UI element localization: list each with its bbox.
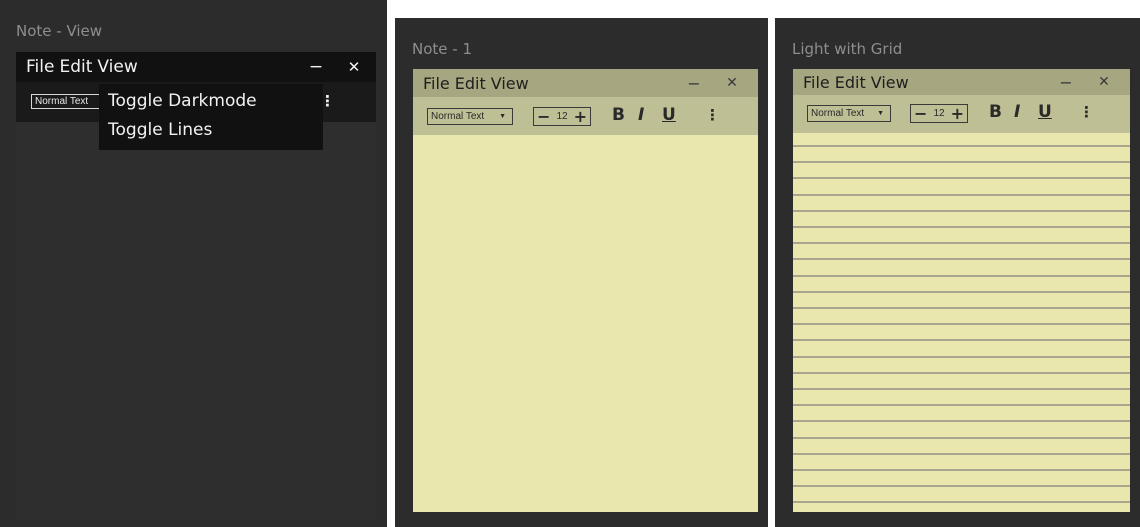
minimize-button[interactable]: −: [304, 57, 328, 77]
ruled-line: [793, 388, 1130, 390]
note-page[interactable]: [793, 133, 1130, 512]
italic-button[interactable]: I: [638, 105, 644, 125]
font-size-stepper[interactable]: − 12 +: [910, 104, 968, 123]
close-button[interactable]: ✕: [720, 75, 744, 91]
toolbar: Normal Text ▼ − 12 + B I U ⋮: [793, 95, 1130, 133]
toggle-darkmode-item[interactable]: Toggle Darkmode: [108, 91, 257, 111]
frame-title: Note - 1: [412, 40, 472, 58]
frame-title: Light with Grid: [792, 40, 903, 58]
ruled-line: [793, 145, 1130, 147]
frame-note-view: Note - View File Edit View − ✕ Normal Te…: [0, 0, 387, 527]
ruled-line: [793, 453, 1130, 455]
note-page[interactable]: [413, 135, 758, 512]
toggle-lines-item[interactable]: Toggle Lines: [108, 120, 212, 140]
minimize-button[interactable]: −: [1054, 73, 1078, 92]
ruled-line: [793, 291, 1130, 293]
menu-view[interactable]: View: [97, 57, 137, 77]
more-options-icon[interactable]: ⋮: [705, 106, 720, 124]
increase-size-button[interactable]: +: [951, 105, 964, 122]
menu-edit[interactable]: Edit: [455, 74, 486, 93]
ruled-line: [793, 210, 1130, 212]
menu-file[interactable]: File: [423, 74, 450, 93]
underline-button[interactable]: U: [662, 105, 676, 125]
minimize-button[interactable]: −: [682, 74, 706, 93]
bold-button[interactable]: B: [612, 105, 625, 125]
increase-size-button[interactable]: +: [574, 108, 587, 125]
chevron-down-icon: ▼: [877, 110, 884, 117]
menu-view[interactable]: View: [491, 74, 529, 93]
ruled-line: [793, 323, 1130, 325]
chevron-down-icon: ▼: [499, 113, 506, 120]
ruled-line: [793, 437, 1130, 439]
toolbar: Normal Text ▼ − 12 + B I U ⋮: [413, 97, 758, 135]
text-style-value: Normal Text: [35, 96, 89, 107]
note-window: File Edit View − ✕ Normal Text ▼ − 12 + …: [413, 69, 758, 512]
note-page[interactable]: [16, 122, 376, 520]
font-size-value: 12: [556, 111, 568, 122]
ruled-line: [793, 356, 1130, 358]
ruled-line: [793, 339, 1130, 341]
note-window: File Edit View − ✕ Normal Text ▼ − 12 + …: [793, 69, 1130, 512]
underline-button[interactable]: U: [1038, 102, 1052, 122]
text-style-value: Normal Text: [431, 111, 485, 122]
ruled-line: [793, 177, 1130, 179]
ruled-line: [793, 275, 1130, 277]
menu-view[interactable]: View: [871, 73, 909, 92]
menu-file[interactable]: File: [803, 73, 830, 92]
frame-title: Note - View: [16, 22, 103, 40]
frame-note-1: Note - 1 File Edit View − ✕ Normal Text …: [395, 18, 768, 527]
decrease-size-button[interactable]: −: [914, 105, 927, 122]
menu-bar: File Edit View − ✕: [413, 69, 758, 97]
decrease-size-button[interactable]: −: [537, 108, 550, 125]
view-dropdown-menu: Toggle Darkmode Toggle Lines: [99, 84, 323, 150]
menu-file[interactable]: File: [26, 57, 54, 77]
ruled-line: [793, 485, 1130, 487]
ruled-line: [793, 194, 1130, 196]
ruled-line: [793, 420, 1130, 422]
close-button[interactable]: ✕: [342, 58, 366, 76]
bold-button[interactable]: B: [989, 102, 1002, 122]
menu-edit[interactable]: Edit: [835, 73, 866, 92]
frame-light-with-grid: Light with Grid File Edit View − ✕ Norma…: [775, 18, 1140, 527]
close-button[interactable]: ✕: [1092, 74, 1116, 90]
font-size-value: 12: [933, 108, 945, 119]
text-style-select[interactable]: Normal Text ▼: [807, 105, 891, 122]
text-style-value: Normal Text: [811, 108, 865, 119]
ruled-line: [793, 469, 1130, 471]
text-style-select[interactable]: Normal Text: [31, 94, 101, 109]
menu-edit[interactable]: Edit: [59, 57, 92, 77]
ruled-line: [793, 372, 1130, 374]
ruled-line: [793, 404, 1130, 406]
ruled-line: [793, 307, 1130, 309]
ruled-line: [793, 242, 1130, 244]
italic-button[interactable]: I: [1014, 102, 1020, 122]
ruled-line: [793, 501, 1130, 503]
font-size-stepper[interactable]: − 12 +: [533, 107, 591, 126]
ruled-line: [793, 258, 1130, 260]
text-style-select[interactable]: Normal Text ▼: [427, 108, 513, 125]
menu-bar: File Edit View − ✕: [16, 52, 376, 82]
more-options-icon[interactable]: ⋮: [1079, 103, 1094, 121]
ruled-line: [793, 226, 1130, 228]
menu-bar: File Edit View − ✕: [793, 69, 1130, 95]
ruled-line: [793, 161, 1130, 163]
